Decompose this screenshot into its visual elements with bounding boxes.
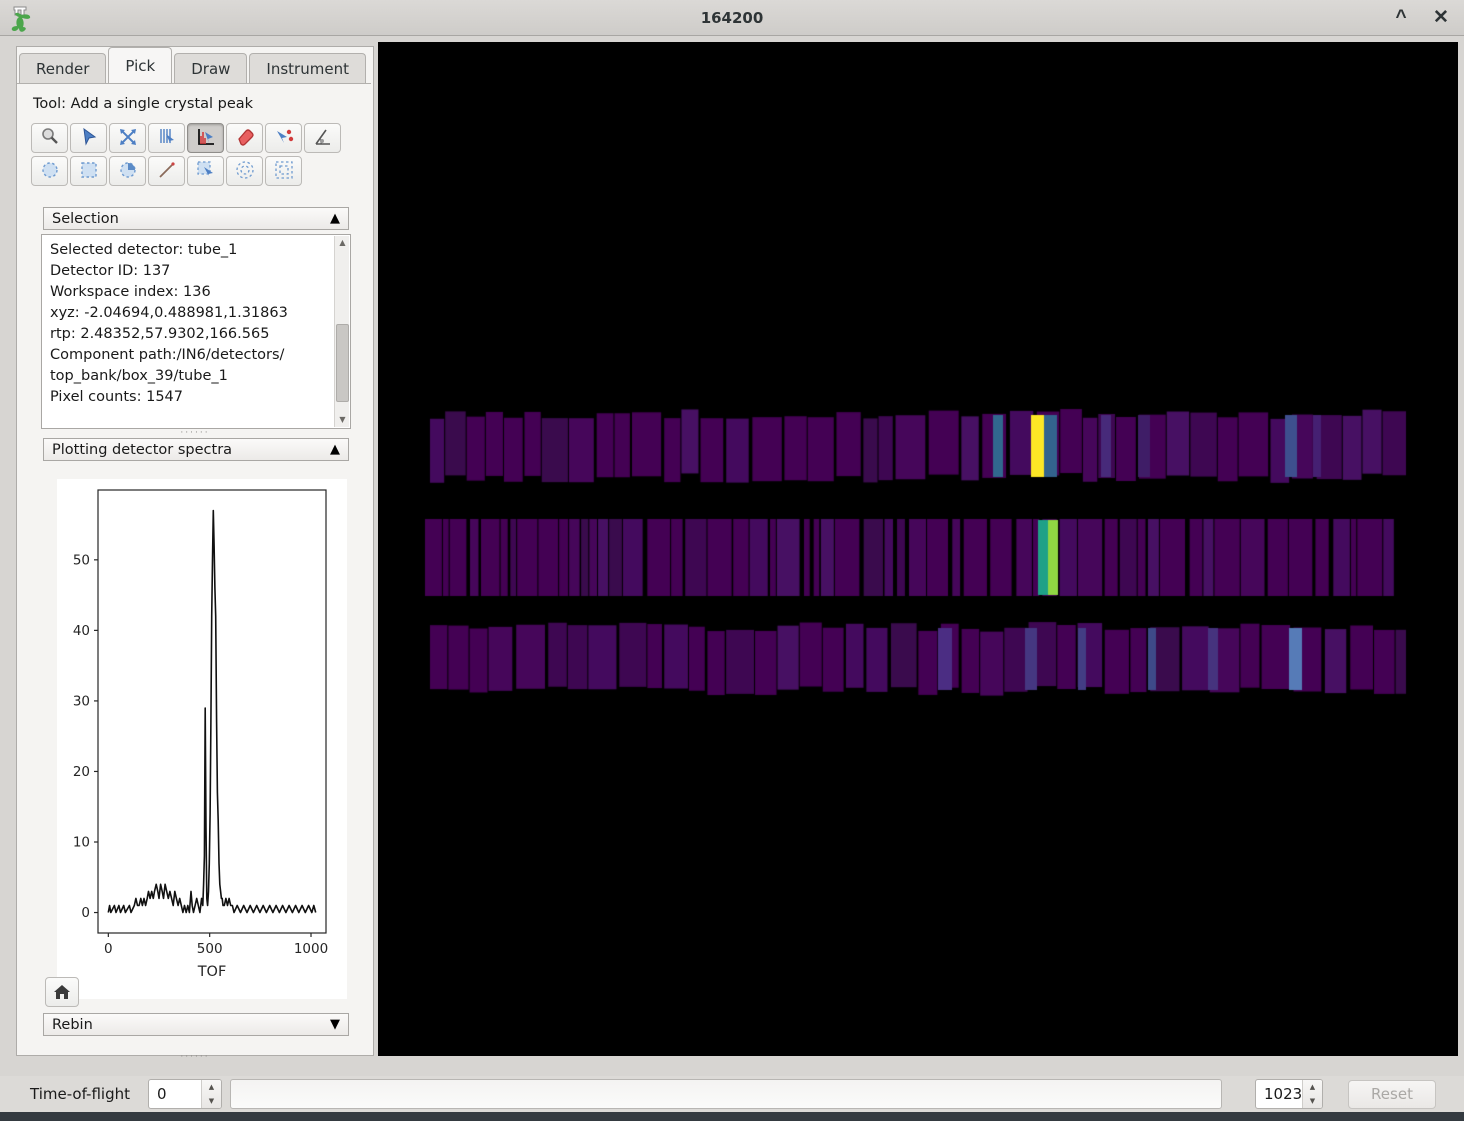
angle-measure-tool-icon — [312, 126, 334, 151]
spin-up-icon[interactable]: ▲ — [1303, 1080, 1322, 1094]
draw-line-tool-button[interactable] — [148, 156, 185, 186]
spin-up-icon[interactable]: ▲ — [202, 1080, 221, 1094]
selection-info-box: Selected detector: tube_1 Detector ID: 1… — [41, 234, 351, 429]
svg-text:20: 20 — [73, 764, 90, 780]
draw-ring-ellipse-tool-icon — [234, 159, 256, 184]
compare-peak-tool-button[interactable] — [265, 123, 302, 153]
scroll-down-icon[interactable]: ▼ — [335, 413, 350, 427]
tool-status-text: Tool: Add a single crystal peak — [33, 96, 253, 112]
svg-text:10: 10 — [73, 835, 90, 851]
draw-ellipse-tool-button[interactable] — [31, 156, 68, 186]
spin-down-icon[interactable]: ▼ — [1303, 1094, 1322, 1108]
spinner-arrows[interactable]: ▲▼ — [201, 1080, 221, 1108]
plot-header-label: Plotting detector spectra — [52, 442, 232, 458]
svg-text:50: 50 — [73, 552, 90, 568]
svg-text:0: 0 — [81, 905, 90, 921]
svg-text:40: 40 — [73, 623, 90, 639]
scrollbar-thumb[interactable] — [336, 324, 349, 402]
selection-header-label: Selection — [52, 211, 119, 227]
draw-rectangle-tool-button[interactable] — [70, 156, 107, 186]
tabbar: RenderPickDrawInstrument — [19, 49, 368, 83]
pan-tool-icon — [117, 126, 139, 151]
toolbar-row-2 — [31, 156, 302, 186]
erase-peak-tool-button[interactable] — [226, 123, 263, 153]
zoom-tool-icon — [39, 126, 61, 151]
spinner-arrows[interactable]: ▲▼ — [1302, 1080, 1322, 1108]
tof-min-spinbox[interactable]: ▲▼ — [148, 1079, 222, 1109]
svg-text:500: 500 — [197, 941, 223, 957]
tof-min-input[interactable] — [149, 1080, 201, 1108]
navigate-tool-button[interactable] — [70, 123, 107, 153]
compare-peak-tool-icon — [273, 126, 295, 151]
home-button[interactable] — [45, 977, 79, 1007]
peak-plot-tool-icon — [195, 126, 217, 151]
pick-panel: RenderPickDrawInstrument Tool: Add a sin… — [16, 46, 374, 1056]
navigate-tool-icon — [78, 126, 100, 151]
peak-plot-tool-button[interactable] — [187, 123, 224, 153]
draw-ring-rectangle-tool-icon — [273, 159, 295, 184]
splitter-handle[interactable]: ······ — [17, 1054, 373, 1060]
edit-shape-tool-button[interactable] — [187, 156, 224, 186]
spectrum-plot[interactable]: 0102030405005001000TOF — [57, 479, 347, 999]
draw-ring-rectangle-tool-button[interactable] — [265, 156, 302, 186]
detector-banks-render[interactable] — [378, 42, 1458, 1056]
tof-slider[interactable] — [230, 1079, 1222, 1109]
selection-section-header[interactable]: Selection ▲ — [43, 207, 349, 230]
tab-draw[interactable]: Draw — [174, 53, 247, 83]
splitter-handle[interactable]: ······ — [17, 430, 373, 436]
close-window-button[interactable]: ✕ — [1428, 5, 1454, 31]
draw-ellipse-tool-icon — [39, 159, 61, 184]
rebin-header-label: Rebin — [52, 1017, 93, 1033]
tab-instrument[interactable]: Instrument — [249, 53, 366, 83]
svg-text:0: 0 — [104, 941, 113, 957]
tube-select-tool-icon — [156, 126, 178, 151]
tab-pick[interactable]: Pick — [108, 47, 172, 83]
rebin-section-header[interactable]: Rebin ▼ — [43, 1013, 349, 1036]
tof-label: Time-of-flight — [30, 1085, 130, 1103]
collapse-up-icon: ▲ — [330, 211, 340, 226]
window-bottom-edge — [0, 1112, 1464, 1121]
pan-tool-button[interactable] — [109, 123, 146, 153]
angle-measure-tool-button[interactable] — [304, 123, 341, 153]
svg-text:TOF: TOF — [197, 964, 227, 980]
collapse-up-icon: ▲ — [330, 442, 340, 457]
tof-max-input[interactable] — [1256, 1080, 1302, 1108]
scroll-up-icon[interactable]: ▲ — [335, 236, 350, 250]
draw-rectangle-tool-icon — [78, 159, 100, 184]
expand-down-icon: ▼ — [330, 1017, 340, 1032]
shade-window-button[interactable]: ^ — [1388, 5, 1414, 31]
tabbar-underline — [17, 83, 371, 84]
tab-render[interactable]: Render — [19, 53, 106, 83]
plot-section-header[interactable]: Plotting detector spectra ▲ — [43, 438, 349, 461]
titlebar: 164200 ^ ✕ — [0, 0, 1464, 36]
tube-select-tool-button[interactable] — [148, 123, 185, 153]
spin-down-icon[interactable]: ▼ — [202, 1094, 221, 1108]
window-title: 164200 — [0, 9, 1464, 27]
svg-text:30: 30 — [73, 693, 90, 709]
edit-shape-tool-icon — [195, 159, 217, 184]
selection-scrollbar[interactable]: ▲ ▼ — [334, 236, 349, 427]
instrument-3d-view[interactable] — [378, 42, 1458, 1056]
selection-info-text: Selected detector: tube_1 Detector ID: 1… — [50, 240, 330, 408]
zoom-tool-button[interactable] — [31, 123, 68, 153]
draw-ring-ellipse-tool-button[interactable] — [226, 156, 263, 186]
draw-line-tool-icon — [156, 159, 178, 184]
reset-button[interactable]: Reset — [1348, 1080, 1436, 1109]
erase-peak-tool-icon — [234, 126, 256, 151]
draw-sector-tool-icon — [117, 159, 139, 184]
toolbar-row-1 — [31, 123, 341, 153]
tof-max-spinbox[interactable]: ▲▼ — [1255, 1079, 1323, 1109]
bottom-bar: Time-of-flight ▲▼ ▲▼ Reset — [0, 1076, 1464, 1112]
draw-sector-tool-button[interactable] — [109, 156, 146, 186]
svg-text:1000: 1000 — [294, 941, 328, 957]
